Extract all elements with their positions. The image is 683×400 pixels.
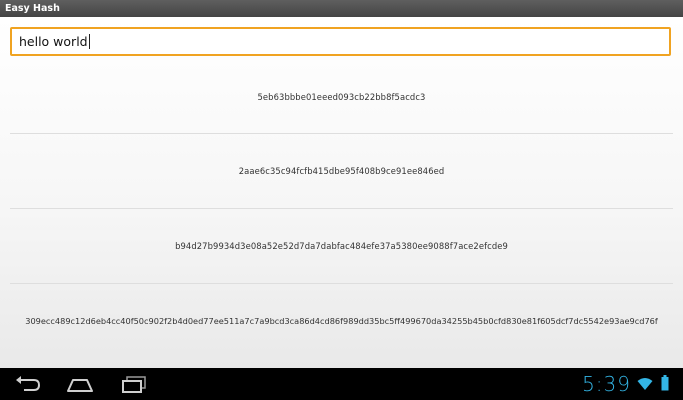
- text-input[interactable]: hello world: [10, 27, 671, 56]
- text-cursor: [88, 34, 90, 49]
- battery-icon: [661, 375, 669, 395]
- back-icon: [16, 376, 41, 391]
- system-navigation-bar: 5:39: [0, 368, 683, 400]
- row-divider: [10, 208, 673, 209]
- hash-value: 309ecc489c12d6eb4cc40f50c902f2b4d0ed77ee…: [25, 316, 658, 326]
- app-title: Easy Hash: [5, 3, 60, 14]
- hash-row-sha256[interactable]: b94d27b9934d3e08a52e52d7da7dabfac484efe3…: [10, 241, 673, 251]
- recent-apps-icon: [122, 376, 146, 393]
- hash-row-sha512[interactable]: 309ecc489c12d6eb4cc40f50c902f2b4d0ed77ee…: [10, 316, 673, 326]
- home-button[interactable]: [64, 372, 96, 396]
- hash-value: 2aae6c35c94fcfb415dbe95f408b9ce91ee846ed: [238, 166, 445, 176]
- hash-row-md5[interactable]: 5eb63bbbe01eeed093cb22bb8f5acdc3: [10, 92, 673, 102]
- home-icon: [67, 379, 93, 392]
- row-divider: [10, 133, 673, 134]
- row-divider: [10, 283, 673, 284]
- screen: Easy Hash hello world 5eb63bbbe01eeed093…: [0, 0, 683, 400]
- hash-value: 5eb63bbbe01eeed093cb22bb8f5acdc3: [257, 92, 426, 102]
- app-title-bar: Easy Hash: [0, 0, 683, 17]
- main-content: hello world 5eb63bbbe01eeed093cb22bb8f5a…: [0, 17, 683, 368]
- recent-apps-button[interactable]: [118, 372, 150, 396]
- back-button[interactable]: [12, 372, 44, 396]
- text-input-value: hello world: [19, 34, 88, 49]
- hash-value: b94d27b9934d3e08a52e52d7da7dabfac484efe3…: [175, 241, 508, 251]
- wifi-icon: [637, 376, 653, 395]
- hash-row-sha1[interactable]: 2aae6c35c94fcfb415dbe95f408b9ce91ee846ed: [10, 166, 673, 176]
- status-clock[interactable]: 5:39: [582, 371, 631, 397]
